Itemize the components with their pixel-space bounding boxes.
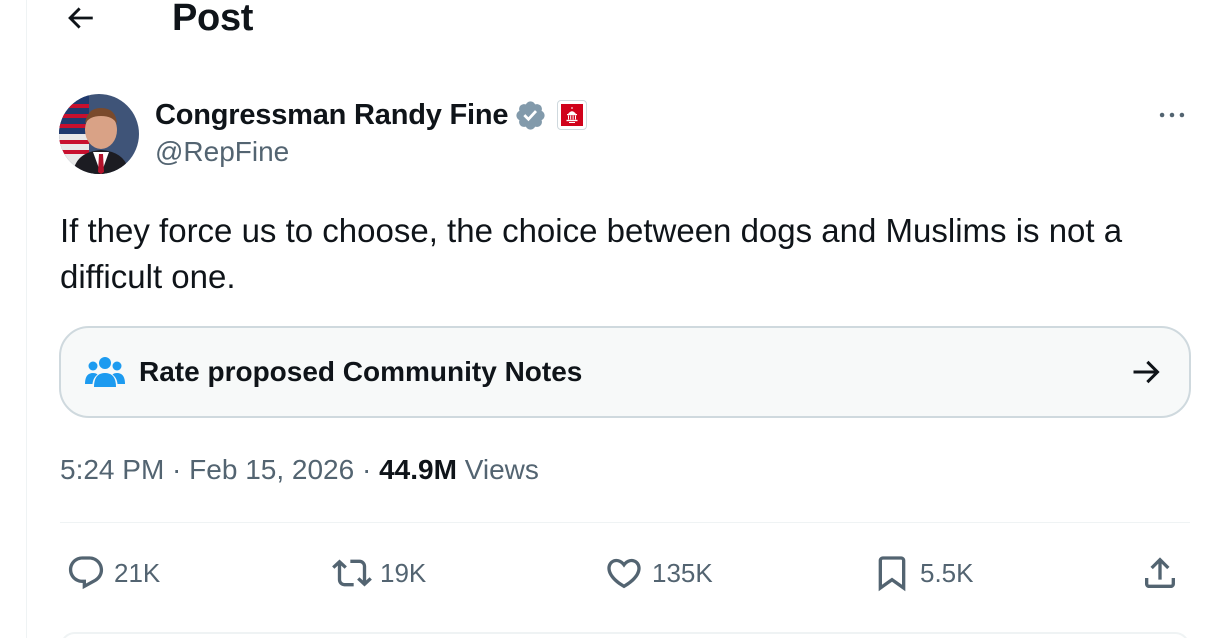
divider: [60, 522, 1190, 523]
community-notes-label: Rate proposed Community Notes: [139, 356, 583, 387]
author-name-row: Congressman Randy Fine: [155, 96, 588, 134]
author-handle[interactable]: @RepFine: [155, 136, 587, 168]
arrow-right-icon: [1133, 360, 1160, 384]
bookmark-count: 5.5K: [920, 557, 974, 588]
post-meta: 5:24 PM · Feb 15, 2026 · 44.9M Views: [60, 450, 539, 490]
more-button[interactable]: [1152, 98, 1192, 132]
share-button[interactable]: [1140, 548, 1180, 598]
community-notes-card[interactable]: Rate proposed Community Notes: [59, 326, 1191, 418]
bookmark-icon: [878, 556, 906, 592]
like-count: 135K: [652, 557, 713, 588]
action-bar: 21K 19K 135K 5.5K: [60, 548, 1190, 598]
government-badge-icon[interactable]: [557, 100, 588, 130]
post-time[interactable]: 5:24 PM: [60, 454, 164, 485]
repost-button[interactable]: 19K: [332, 548, 426, 598]
arrow-left-icon: [68, 7, 93, 29]
community-notes-icon: [85, 357, 125, 387]
avatar-image: [59, 94, 139, 174]
meta-separator: ·: [354, 454, 380, 485]
more-icon: [1159, 112, 1185, 118]
reply-icon: [68, 556, 104, 590]
views-label: Views: [456, 454, 539, 485]
back-button[interactable]: [60, 0, 100, 36]
page-title: Post: [172, 0, 254, 39]
meta-separator: ·: [164, 454, 190, 485]
post-text: If they force us to choose, the choice b…: [60, 212, 1123, 295]
avatar[interactable]: [59, 94, 139, 174]
share-icon: [1145, 557, 1175, 588]
verified-badge-icon[interactable]: [514, 99, 547, 132]
author-display-name[interactable]: Congressman Randy Fine: [155, 99, 509, 132]
reply-composer-edge: [60, 632, 1190, 638]
heart-icon: [607, 558, 641, 589]
reply-button[interactable]: 21K: [66, 548, 160, 598]
post-date[interactable]: Feb 15, 2026: [189, 454, 354, 485]
reply-count: 21K: [114, 557, 161, 588]
repost-count: 19K: [380, 557, 427, 588]
header: Post: [0, 0, 1206, 40]
author-block: Congressman Randy Fine @RepFine: [155, 96, 588, 168]
column-border: [26, 0, 27, 638]
like-button[interactable]: 135K: [604, 548, 713, 598]
views-count: 44.9M: [379, 454, 457, 485]
bookmark-button[interactable]: 5.5K: [872, 548, 974, 598]
repost-icon: [332, 559, 372, 587]
